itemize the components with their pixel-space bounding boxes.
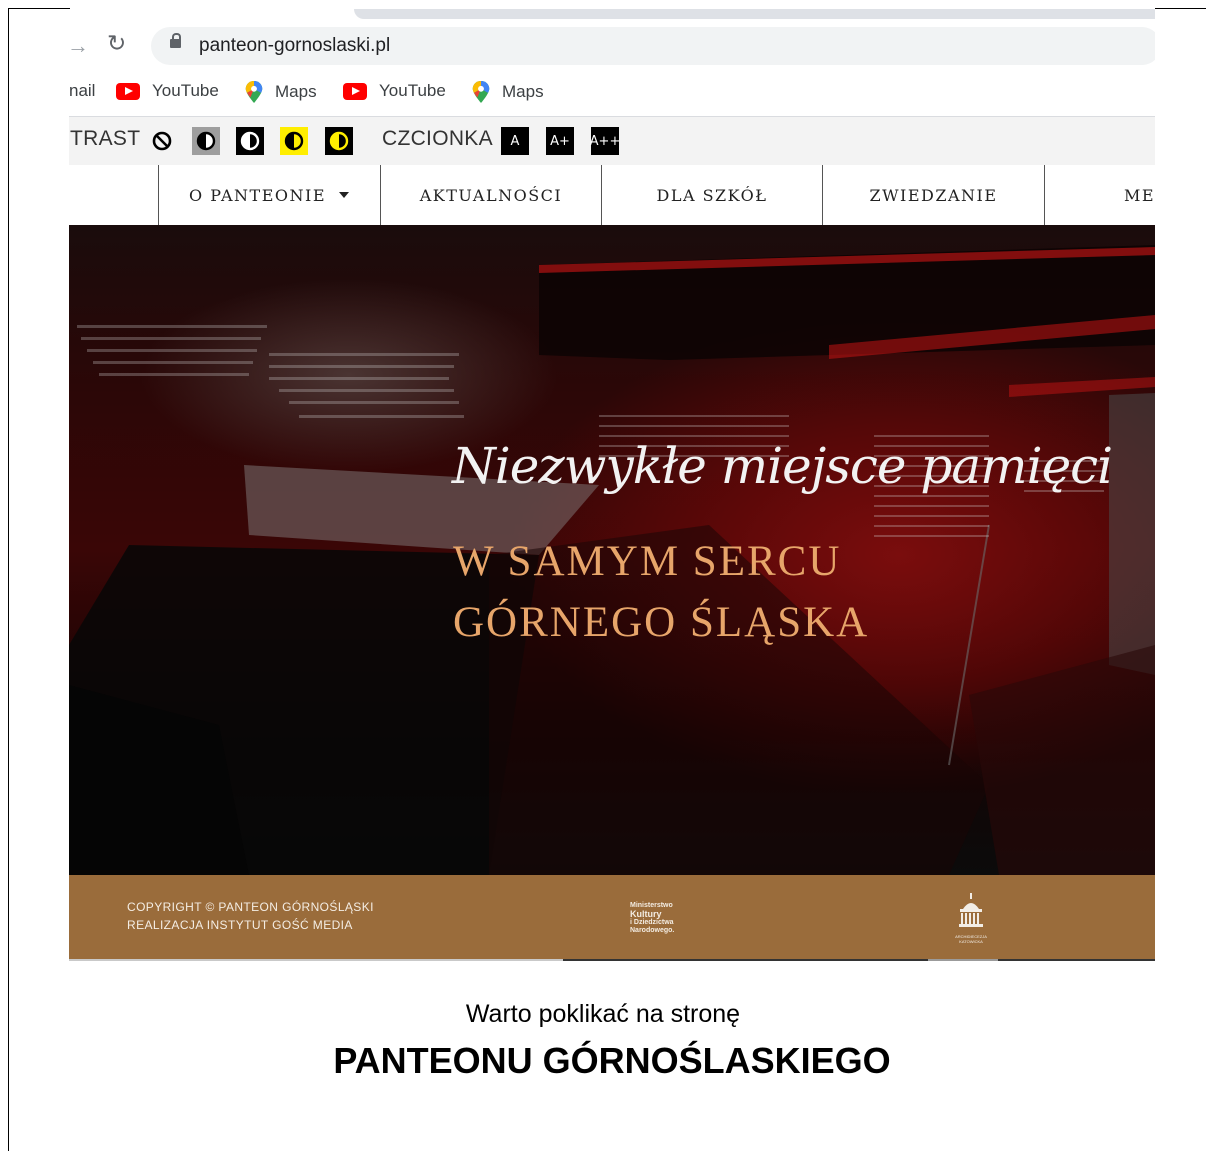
- bookmark-label: Maps: [502, 82, 544, 101]
- hero-subtitle-line-1: W SAMYM SERCU: [453, 538, 842, 585]
- contrast-yellow-button[interactable]: [280, 127, 308, 155]
- ministry-logo-text: i Dziedzictwa: [630, 919, 674, 926]
- website-screenshot: → ↻ panteon-gornoslaski.pl nail YouTube …: [69, 9, 1155, 961]
- ministry-logo-text: Kultury: [630, 909, 662, 919]
- address-bar[interactable]: panteon-gornoslaski.pl: [151, 27, 1155, 65]
- contrast-black-yellow-button[interactable]: [325, 127, 353, 155]
- youtube-icon: [116, 82, 140, 100]
- hero-subtitle-line-2: GÓRNEGO ŚLĄSKA: [453, 599, 870, 646]
- bookmark-maps[interactable]: Maps: [472, 81, 544, 103]
- footer-realization: REALIZACJA INSTYTUT GOŚĆ MEDIA: [127, 918, 353, 932]
- lock-icon[interactable]: [170, 33, 181, 48]
- cathedral-icon: [959, 893, 983, 927]
- no-contrast-icon: [152, 131, 172, 151]
- document-frame-top: [8, 8, 70, 9]
- ministry-logo[interactable]: Ministerstwo Kultury i Dziedzictwa Narod…: [630, 902, 674, 935]
- browser-address-row: → ↻ panteon-gornoslaski.pl: [69, 23, 1155, 69]
- site-footer: COPYRIGHT © PANTEON GÓRNOŚLĄSKI REALIZAC…: [69, 875, 1155, 959]
- maps-icon: [245, 81, 263, 103]
- bookmarks-bar: nail YouTube Maps YouTube Maps: [69, 75, 1155, 109]
- url-text[interactable]: panteon-gornoslaski.pl: [199, 35, 390, 57]
- bookmark-youtube[interactable]: YouTube: [116, 81, 219, 101]
- nav-item-o-panteonie[interactable]: O PANTEONIE: [158, 165, 380, 225]
- bookmark-gmail[interactable]: nail: [69, 81, 95, 101]
- hero-script-title: Niezwykłe miejsce pamięci: [452, 437, 1113, 495]
- forward-icon[interactable]: →: [69, 33, 89, 59]
- nav-item-dla-szkol[interactable]: DLA SZKÓŁ: [601, 165, 822, 225]
- bookmark-label: YouTube: [152, 81, 219, 100]
- contrast-grey-button[interactable]: [192, 127, 220, 155]
- nav-item-aktualnosci[interactable]: AKTUALNOŚCI: [380, 165, 601, 225]
- caret-down-icon: [339, 192, 350, 198]
- nav-item-label: DLA SZKÓŁ: [656, 185, 768, 205]
- bookmark-label: Maps: [275, 82, 317, 101]
- contrast-icon: [196, 131, 216, 151]
- nav-item-label: AKTUALNOŚCI: [419, 185, 563, 205]
- contrast-label: TRAST: [70, 127, 141, 150]
- font-size-large-button[interactable]: A+: [546, 127, 574, 155]
- font-size-normal-button[interactable]: A: [501, 127, 529, 155]
- main-navigation: O PANTEONIE AKTUALNOŚCI DLA SZKÓŁ ZWIEDZ…: [69, 165, 1155, 225]
- nav-item-label: O PANTEONIE: [188, 185, 327, 205]
- nav-item-zwiedzanie[interactable]: ZWIEDZANIE: [822, 165, 1044, 225]
- accessibility-bar: TRAST CZCIONKA A A+ A++: [69, 117, 1155, 165]
- nav-item-media[interactable]: MEI: [1044, 165, 1155, 225]
- archdiocese-logo-text: ARCHIDIECEZJA KATOWICKA: [955, 934, 987, 944]
- browser-tab-strip: [354, 9, 1155, 19]
- contrast-off-button[interactable]: [148, 127, 176, 155]
- bookmark-youtube[interactable]: YouTube: [343, 81, 446, 101]
- caption-title: PANTEONU GÓRNOŚLASKIEGO: [333, 1040, 891, 1081]
- font-size-label: CZCIONKA: [382, 127, 493, 150]
- archdiocese-logo[interactable]: ARCHIDIECEZJA KATOWICKA: [949, 893, 993, 944]
- contrast-icon: [284, 131, 304, 151]
- bookmark-maps[interactable]: Maps: [245, 81, 317, 103]
- youtube-icon: [343, 82, 367, 100]
- contrast-icon: [240, 131, 260, 151]
- bookmark-label: nail: [69, 81, 96, 100]
- hero-banner: Niezwykłe miejsce pamięci W SAMYM SERCU …: [69, 225, 1155, 875]
- nav-item-label: MEI: [1124, 185, 1155, 205]
- document-frame-left: [8, 8, 9, 1151]
- caption-intro: Warto poklikać na stronę: [465, 1000, 741, 1028]
- bookmark-label: YouTube: [379, 81, 446, 100]
- footer-copyright: COPYRIGHT © PANTEON GÓRNOŚLĄSKI: [127, 900, 374, 914]
- font-size-xlarge-button[interactable]: A++: [590, 127, 620, 155]
- document-frame-top-right: [1155, 8, 1206, 9]
- maps-icon: [472, 81, 490, 103]
- reload-icon[interactable]: ↻: [107, 30, 126, 57]
- contrast-black-white-button[interactable]: [236, 127, 264, 155]
- nav-item-label: ZWIEDZANIE: [869, 185, 998, 205]
- ministry-logo-text: Narodowego.: [630, 927, 675, 934]
- contrast-icon: [329, 131, 349, 151]
- page-bottom-divider: [69, 959, 1155, 961]
